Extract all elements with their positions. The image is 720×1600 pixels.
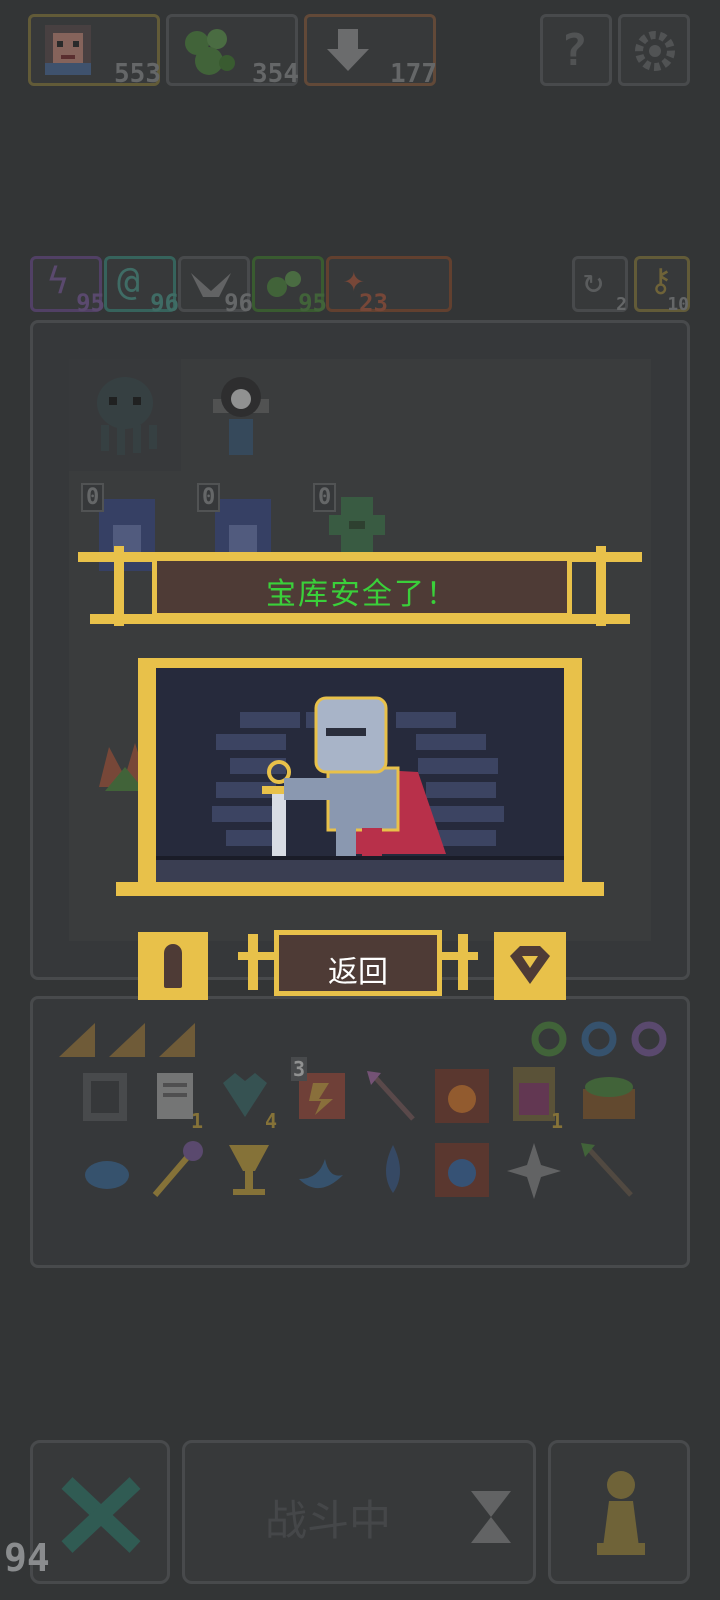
key-counter-value: 10: [667, 294, 689, 315]
key-counter[interactable]: ⚷ 10: [634, 256, 690, 315]
inventory-item[interactable]: [77, 1067, 133, 1127]
inventory-item[interactable]: [363, 1067, 423, 1127]
cancel-button[interactable]: [30, 1440, 170, 1584]
element-fire: ✦ 23: [326, 256, 452, 317]
item-count: 4: [264, 1109, 277, 1133]
help-button[interactable]: ?: [540, 14, 612, 86]
lightning-icon: ϟ: [47, 261, 69, 302]
inventory-item[interactable]: [577, 1139, 641, 1203]
green-arrow-icon: [581, 1143, 633, 1197]
resource-download[interactable]: 177: [304, 14, 437, 89]
element-lightning-value: 95: [76, 289, 105, 317]
resource-hero[interactable]: 553: [28, 14, 161, 89]
inventory-item[interactable]: [77, 1143, 137, 1203]
inventory-item[interactable]: [431, 1065, 493, 1127]
settings-button[interactable]: [618, 14, 690, 86]
water-card-icon: [435, 1143, 489, 1197]
fire-card-icon: [435, 1069, 489, 1123]
cell-badge: 0: [81, 483, 105, 512]
refresh-icon: ↻: [583, 261, 604, 301]
octopus-monster-icon: [97, 377, 157, 455]
inventory-item[interactable]: [503, 1139, 565, 1203]
inventory-panel: 1 4 3 1: [30, 996, 690, 1268]
resource-hero-value: 553: [114, 59, 161, 89]
element-swirl: @ 96: [104, 256, 179, 317]
arrow-purple-icon: [367, 1071, 415, 1121]
keyhole-icon: [164, 944, 182, 988]
title-banner: 宝库安全了！: [152, 556, 572, 618]
tablet-icon: [83, 1073, 127, 1121]
inventory-item[interactable]: 4: [217, 1067, 277, 1133]
resource-download-value: 177: [390, 59, 437, 89]
board-cell[interactable]: [185, 359, 297, 471]
pawn-button[interactable]: [548, 1440, 690, 1584]
close-x-icon: [61, 1477, 141, 1553]
resource-orbs[interactable]: 354: [166, 14, 299, 89]
modal-title: 宝库安全了！: [266, 577, 458, 612]
goblet-icon: [229, 1145, 269, 1195]
help-question-icon: ?: [561, 25, 588, 76]
blue-feather-icon: [85, 1161, 129, 1189]
keyhole-button[interactable]: [138, 932, 208, 1000]
refresh-counter[interactable]: ↻ 2: [572, 256, 628, 315]
refresh-counter-value: 2: [616, 294, 627, 315]
green-orbs-icon: [185, 29, 235, 75]
inventory-item[interactable]: 1: [147, 1067, 203, 1133]
inventory-item[interactable]: [289, 1139, 353, 1203]
vault-safe-modal: 宝库安全了！ 返回: [78, 546, 642, 1026]
knight-illustration: [156, 696, 564, 882]
element-swirl-value: 96: [150, 289, 179, 317]
cell-badge: 0: [313, 483, 337, 512]
download-arrow-icon: [327, 29, 369, 71]
green-chest-icon: [583, 1077, 635, 1119]
picture-frame-base: [116, 882, 604, 896]
inventory-item[interactable]: 1: [503, 1061, 565, 1133]
water-drop-icon: [386, 1145, 400, 1193]
item-count: 1: [550, 1109, 563, 1133]
hero-portrait-icon: [45, 25, 91, 75]
back-button[interactable]: 返回: [274, 930, 442, 996]
battle-status-label: 战斗中: [265, 1496, 392, 1545]
item-count: 1: [190, 1109, 203, 1133]
inventory-item[interactable]: [577, 1065, 641, 1127]
shield-button[interactable]: [494, 932, 566, 1000]
element-fire-value: 23: [359, 289, 388, 317]
skull-shield-icon: [213, 377, 269, 455]
board-cell[interactable]: [69, 359, 181, 471]
settings-gear-icon: [635, 31, 675, 71]
inventory-item[interactable]: [145, 1137, 209, 1203]
inventory-item[interactable]: [363, 1139, 423, 1203]
battle-status-button[interactable]: 战斗中: [182, 1440, 536, 1584]
back-button-label: 返回: [328, 955, 388, 990]
back-button-frame-left: [248, 934, 258, 990]
element-acid: 95: [252, 256, 327, 317]
inventory-item[interactable]: [431, 1139, 493, 1203]
back-button-frame-right: [458, 934, 468, 990]
resource-orbs-value: 354: [252, 59, 299, 89]
element-wings: 96: [178, 256, 253, 317]
ghost-wisp-icon: [299, 1159, 343, 1189]
swirl-icon: @: [117, 259, 140, 303]
shield-heart-icon: [510, 946, 550, 984]
cell-badge: 0: [197, 483, 221, 512]
inventory-item[interactable]: 3: [289, 1057, 351, 1127]
pawn-icon: [597, 1471, 645, 1555]
element-lightning: ϟ 95: [30, 256, 105, 317]
element-acid-value: 95: [298, 289, 327, 317]
item-count: 3: [291, 1057, 308, 1081]
knight-scene: [156, 668, 564, 882]
gold-key-staff-icon: [152, 1141, 203, 1197]
element-wings-value: 96: [224, 289, 253, 317]
fps-counter: 94: [4, 1536, 50, 1580]
hourglass-icon: [471, 1491, 511, 1543]
inventory-item[interactable]: [219, 1137, 279, 1203]
shuriken-icon: [507, 1143, 561, 1199]
